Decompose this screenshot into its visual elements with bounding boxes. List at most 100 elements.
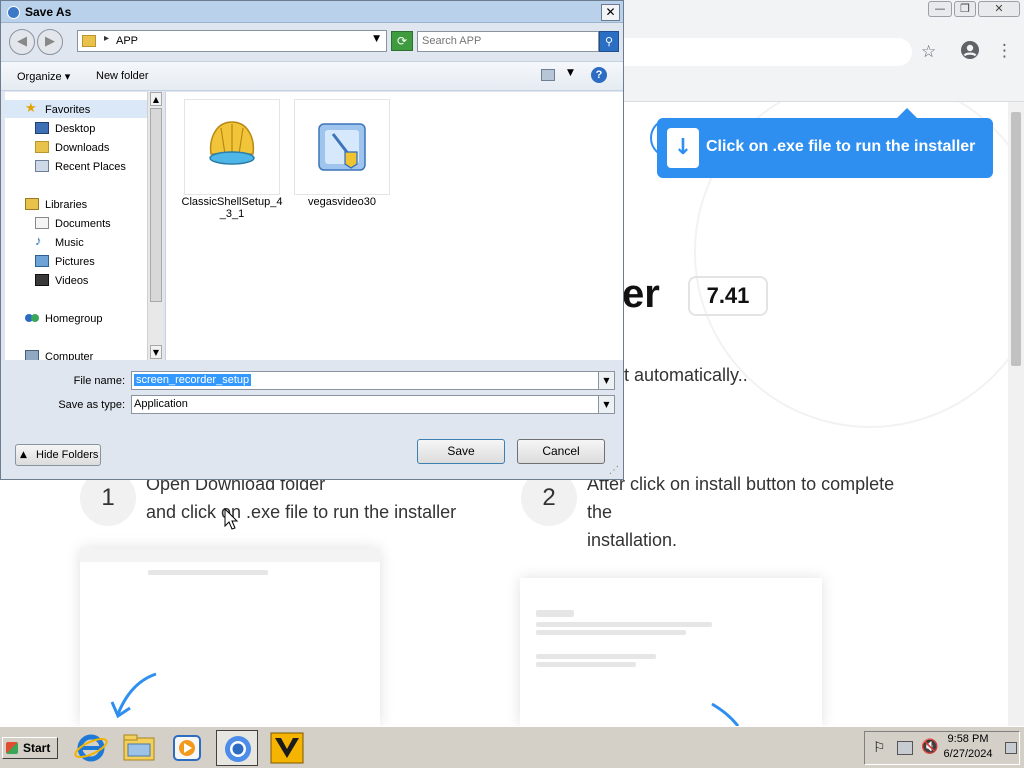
- profile-icon[interactable]: [960, 40, 980, 65]
- step-1-line-2: and click on .exe file to run the instal…: [146, 502, 457, 522]
- view-options-icon[interactable]: [541, 69, 555, 81]
- nav-computer[interactable]: Computer: [45, 351, 93, 360]
- arrow-graphic-2: [711, 702, 740, 726]
- forward-button[interactable]: ▶: [37, 29, 63, 55]
- recent-places-icon: [35, 160, 49, 172]
- nav-homegroup[interactable]: Homegroup: [45, 313, 102, 325]
- nav-libraries[interactable]: Libraries: [45, 199, 87, 211]
- help-icon[interactable]: ?: [591, 67, 607, 83]
- breadcrumb-chevron-icon[interactable]: ▸: [104, 33, 109, 44]
- dialog-titlebar[interactable]: Save As ✕: [1, 1, 623, 23]
- file-name-vegasvideo[interactable]: vegasvideo30: [288, 196, 396, 208]
- step-2-screenshot: [520, 578, 822, 726]
- media-player-icon[interactable]: [166, 730, 208, 766]
- show-desktop-icon[interactable]: [1005, 742, 1017, 754]
- save-type-label: Save as type:: [58, 399, 125, 411]
- nav-scrollbar-thumb[interactable]: [150, 108, 162, 302]
- file-name-label: File name:: [73, 375, 125, 387]
- refresh-button[interactable]: ⟳: [391, 31, 413, 51]
- address-bar[interactable]: [620, 38, 912, 66]
- step-2-text: After click on install button to complet…: [587, 470, 894, 554]
- documents-icon: [35, 217, 49, 229]
- step-2-line-2: the: [587, 502, 613, 522]
- chevron-down-icon[interactable]: ▼: [598, 396, 614, 413]
- command-bar: Organize ▾ New folder ▼ ?: [1, 61, 623, 91]
- music-icon: ♪: [35, 233, 42, 248]
- dialog-close-button[interactable]: ✕: [601, 4, 620, 21]
- scroll-up-arrow[interactable]: ▲: [150, 92, 162, 106]
- back-button[interactable]: ◀: [9, 29, 35, 55]
- nav-music[interactable]: Music: [55, 237, 84, 249]
- vegas-icon[interactable]: [266, 730, 308, 766]
- file-item[interactable]: [294, 99, 390, 195]
- shell-setup-icon: [209, 121, 255, 165]
- file-explorer-icon[interactable]: [118, 730, 160, 766]
- file-item[interactable]: [184, 99, 280, 195]
- save-button[interactable]: Save: [417, 439, 505, 464]
- close-window-button[interactable]: ✕: [978, 1, 1020, 17]
- flag-icon[interactable]: ⚐: [873, 740, 886, 756]
- bookmark-star-icon[interactable]: ☆: [921, 42, 936, 62]
- address-bar[interactable]: ▸ APP ▼: [77, 30, 387, 52]
- save-type-value[interactable]: Application: [134, 398, 188, 410]
- version-badge: 7.41: [688, 276, 768, 316]
- nav-favorites[interactable]: Favorites: [45, 104, 90, 116]
- scroll-down-arrow[interactable]: ▼: [150, 345, 162, 359]
- organize-button[interactable]: Organize ▾: [17, 70, 70, 83]
- minimize-button[interactable]: —: [928, 1, 952, 17]
- nav-videos[interactable]: Videos: [55, 275, 88, 287]
- search-input[interactable]: [422, 35, 592, 47]
- start-label: Start: [23, 741, 51, 755]
- start-button[interactable]: Start: [2, 737, 58, 759]
- page-scrollbar-thumb[interactable]: [1011, 112, 1021, 366]
- file-name-classicshell[interactable]: ClassicShellSetup_4 _3_1: [178, 196, 286, 220]
- nav-downloads[interactable]: Downloads: [55, 142, 109, 154]
- nav-documents[interactable]: Documents: [55, 218, 111, 230]
- file-name-field[interactable]: screen_recorder_setup ▼: [131, 371, 615, 390]
- file-name-value[interactable]: screen_recorder_setup: [134, 374, 252, 386]
- desktop-icon: [35, 122, 49, 134]
- search-box[interactable]: [417, 31, 599, 52]
- star-icon: ★: [25, 100, 37, 115]
- navigation-pane: ★ Favorites Desktop Downloads Recent Pla…: [5, 92, 147, 360]
- menu-kebab-icon[interactable]: ⋮: [996, 41, 1013, 61]
- file-list-pane: ClassicShellSetup_4 _3_1 vegasvideo30: [165, 92, 623, 360]
- installer-icon: [318, 123, 366, 171]
- save-type-select[interactable]: Application ▼: [131, 395, 615, 414]
- save-as-dialog: Save As ✕ ◀ ▶ ▸ APP ▼ ⟳ ⚲ Organize ▾ New…: [0, 0, 624, 480]
- homegroup-icon: [25, 312, 39, 324]
- resize-grip-icon[interactable]: ⋰: [609, 465, 619, 476]
- dialog-title: Save As: [25, 5, 72, 19]
- cancel-button[interactable]: Cancel: [517, 439, 605, 464]
- tooltip-text: Click on .exe file to run the installer: [706, 138, 976, 155]
- mouse-cursor-icon: [224, 508, 239, 530]
- hide-folders-button[interactable]: ▲ Hide Folders: [15, 444, 101, 466]
- nav-desktop[interactable]: Desktop: [55, 123, 95, 135]
- app-icon: [7, 6, 20, 19]
- videos-icon: [35, 274, 49, 286]
- new-folder-button[interactable]: New folder: [96, 70, 149, 82]
- nav-pictures[interactable]: Pictures: [55, 256, 95, 268]
- downloads-folder-icon: [35, 141, 49, 153]
- nav-recent-places[interactable]: Recent Places: [55, 161, 126, 173]
- hide-folders-label: Hide Folders: [36, 449, 99, 461]
- chevron-up-icon: ▲: [20, 450, 27, 460]
- network-icon[interactable]: [897, 741, 913, 755]
- chevron-down-icon[interactable]: ▼: [373, 34, 380, 44]
- clock-time[interactable]: 9:58 PM: [938, 733, 998, 745]
- page-subtitle: t automatically..: [624, 365, 748, 385]
- internet-explorer-icon[interactable]: [70, 730, 112, 766]
- chevron-down-icon[interactable]: ▼: [598, 372, 614, 389]
- arrow-graphic: [110, 672, 157, 719]
- search-icon[interactable]: ⚲: [599, 31, 619, 52]
- chrome-icon[interactable]: [216, 730, 258, 766]
- volume-muted-icon[interactable]: 🔇: [921, 739, 938, 755]
- pictures-icon: [35, 255, 49, 267]
- clock-date[interactable]: 6/27/2024: [938, 748, 998, 760]
- step-2-line-3: installation.: [587, 530, 678, 550]
- address-path[interactable]: APP: [116, 35, 138, 47]
- view-dropdown-icon[interactable]: ▼: [567, 68, 574, 78]
- nav-pane-scrollbar[interactable]: ▲ ▼: [147, 92, 163, 360]
- step-2-line-1: After click on install button to complet…: [587, 474, 895, 494]
- restore-button[interactable]: ❐: [954, 1, 976, 17]
